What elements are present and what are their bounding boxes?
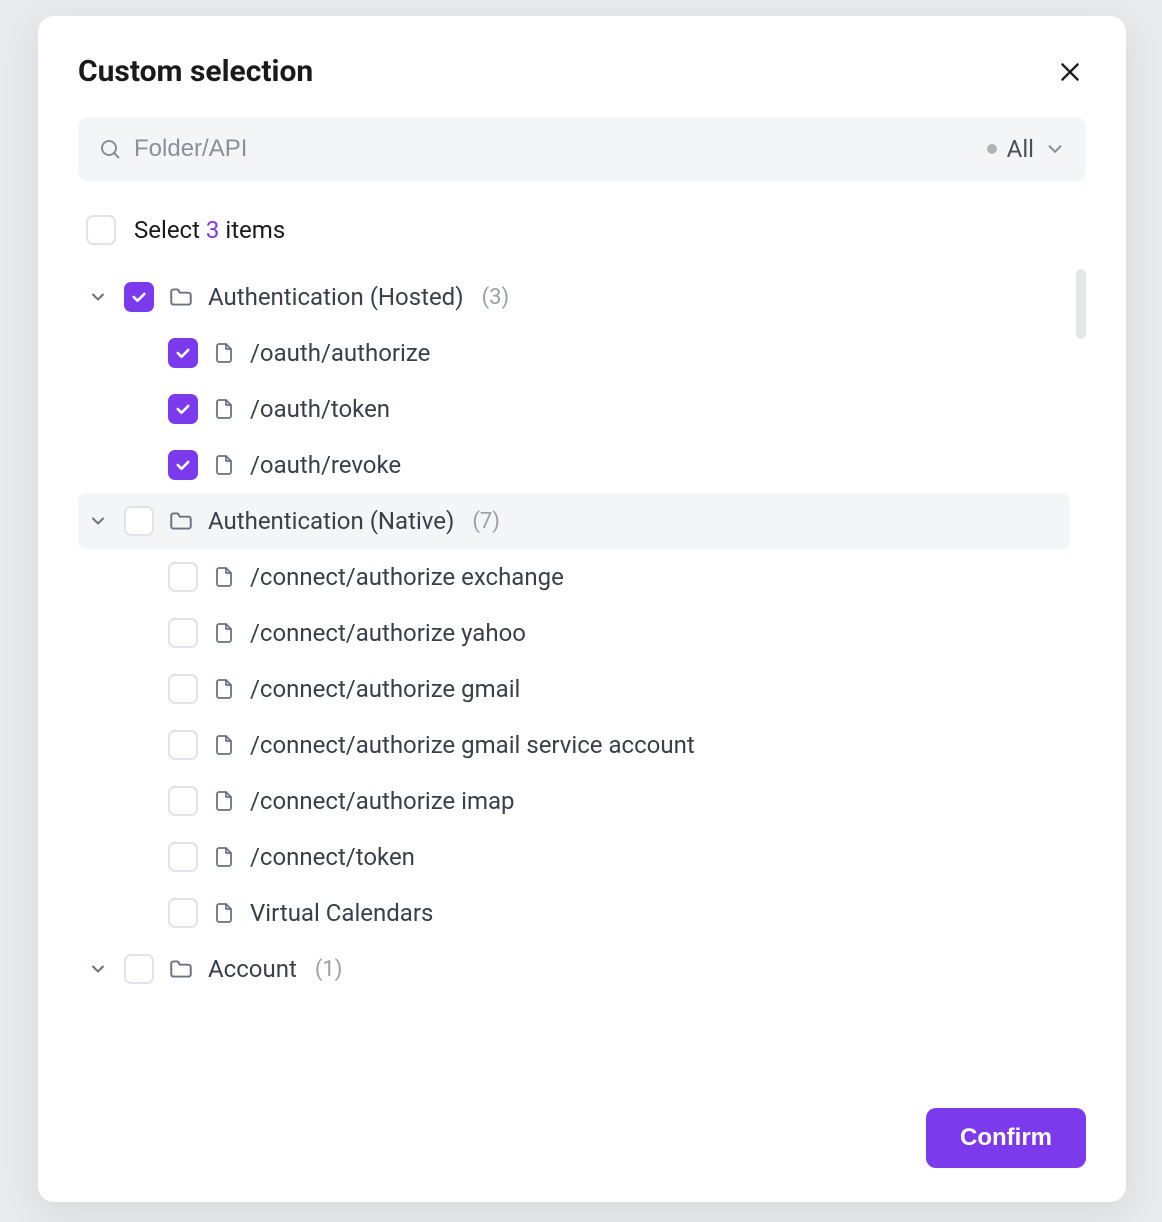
item-label: /connect/authorize gmail service account bbox=[250, 731, 695, 759]
close-button[interactable] bbox=[1054, 56, 1086, 88]
file-icon bbox=[212, 789, 236, 813]
file-icon bbox=[212, 565, 236, 589]
file-icon bbox=[212, 845, 236, 869]
folder-icon bbox=[168, 956, 194, 982]
api-row[interactable]: /oauth/token bbox=[78, 381, 1070, 437]
item-checkbox[interactable] bbox=[168, 338, 198, 368]
item-label: /connect/token bbox=[250, 843, 415, 871]
chevron-down-icon bbox=[1044, 138, 1066, 160]
folder-row[interactable]: Account (1) bbox=[78, 941, 1070, 997]
select-all-row: Select 3 items bbox=[78, 209, 1086, 251]
file-icon bbox=[212, 733, 236, 757]
select-all-checkbox[interactable] bbox=[86, 215, 116, 245]
item-checkbox[interactable] bbox=[168, 450, 198, 480]
item-checkbox[interactable] bbox=[168, 898, 198, 928]
api-row[interactable]: /connect/authorize gmail service account bbox=[78, 717, 1070, 773]
item-label: /connect/authorize imap bbox=[250, 787, 515, 815]
chevron-down-icon[interactable] bbox=[86, 957, 110, 981]
api-row[interactable]: /connect/authorize gmail bbox=[78, 661, 1070, 717]
api-row[interactable]: /connect/authorize exchange bbox=[78, 549, 1070, 605]
modal-title: Custom selection bbox=[78, 54, 313, 89]
close-icon bbox=[1057, 59, 1083, 85]
folder-icon bbox=[168, 284, 194, 310]
folder-label: Authentication (Native) bbox=[208, 507, 454, 535]
api-row[interactable]: /oauth/authorize bbox=[78, 325, 1070, 381]
item-checkbox[interactable] bbox=[168, 562, 198, 592]
search-bar: All bbox=[78, 117, 1086, 181]
folder-checkbox[interactable] bbox=[124, 282, 154, 312]
filter-label: All bbox=[1007, 135, 1034, 163]
folder-row[interactable]: Authentication (Native) (7) bbox=[78, 493, 1070, 549]
folder-count: (7) bbox=[472, 509, 500, 534]
file-icon bbox=[212, 901, 236, 925]
custom-selection-modal: Custom selection All Select 3 items Auth… bbox=[38, 16, 1126, 1202]
chevron-down-icon[interactable] bbox=[86, 509, 110, 533]
item-checkbox[interactable] bbox=[168, 786, 198, 816]
item-checkbox[interactable] bbox=[168, 674, 198, 704]
api-row[interactable]: /connect/authorize yahoo bbox=[78, 605, 1070, 661]
tree-list[interactable]: Authentication (Hosted) (3) /oauth/authori… bbox=[78, 269, 1086, 1078]
folder-count: (1) bbox=[315, 957, 343, 982]
item-checkbox[interactable] bbox=[168, 842, 198, 872]
item-label: Virtual Calendars bbox=[250, 899, 433, 927]
file-icon bbox=[212, 341, 236, 365]
select-all-label: Select 3 items bbox=[134, 216, 285, 244]
folder-label: Authentication (Hosted) bbox=[208, 283, 464, 311]
api-row[interactable]: /connect/authorize imap bbox=[78, 773, 1070, 829]
modal-header: Custom selection bbox=[78, 54, 1086, 89]
selected-count: 3 bbox=[206, 216, 220, 244]
folder-icon bbox=[168, 508, 194, 534]
item-label: /connect/authorize gmail bbox=[250, 675, 520, 703]
file-icon bbox=[212, 677, 236, 701]
filter-dropdown[interactable]: All bbox=[987, 135, 1066, 163]
folder-checkbox[interactable] bbox=[124, 954, 154, 984]
chevron-down-icon[interactable] bbox=[86, 285, 110, 309]
item-label: /connect/authorize yahoo bbox=[250, 619, 526, 647]
folder-row[interactable]: Authentication (Hosted) (3) bbox=[78, 269, 1070, 325]
scrollbar-thumb[interactable] bbox=[1076, 269, 1086, 339]
api-row[interactable]: /connect/token bbox=[78, 829, 1070, 885]
item-label: /oauth/authorize bbox=[250, 339, 430, 367]
modal-footer: Confirm bbox=[78, 1078, 1086, 1168]
folder-checkbox[interactable] bbox=[124, 506, 154, 536]
item-checkbox[interactable] bbox=[168, 394, 198, 424]
status-dot-icon bbox=[987, 144, 997, 154]
api-row[interactable]: Virtual Calendars bbox=[78, 885, 1070, 941]
search-icon bbox=[98, 137, 122, 161]
item-label: /connect/authorize exchange bbox=[250, 563, 564, 591]
file-icon bbox=[212, 397, 236, 421]
item-checkbox[interactable] bbox=[168, 730, 198, 760]
item-label: /oauth/token bbox=[250, 395, 390, 423]
item-checkbox[interactable] bbox=[168, 618, 198, 648]
folder-label: Account bbox=[208, 955, 297, 983]
file-icon bbox=[212, 453, 236, 477]
confirm-button[interactable]: Confirm bbox=[926, 1108, 1086, 1168]
api-row[interactable]: /oauth/revoke bbox=[78, 437, 1070, 493]
folder-count: (3) bbox=[482, 285, 510, 310]
file-icon bbox=[212, 621, 236, 645]
search-input[interactable] bbox=[134, 135, 987, 163]
item-label: /oauth/revoke bbox=[250, 451, 401, 479]
